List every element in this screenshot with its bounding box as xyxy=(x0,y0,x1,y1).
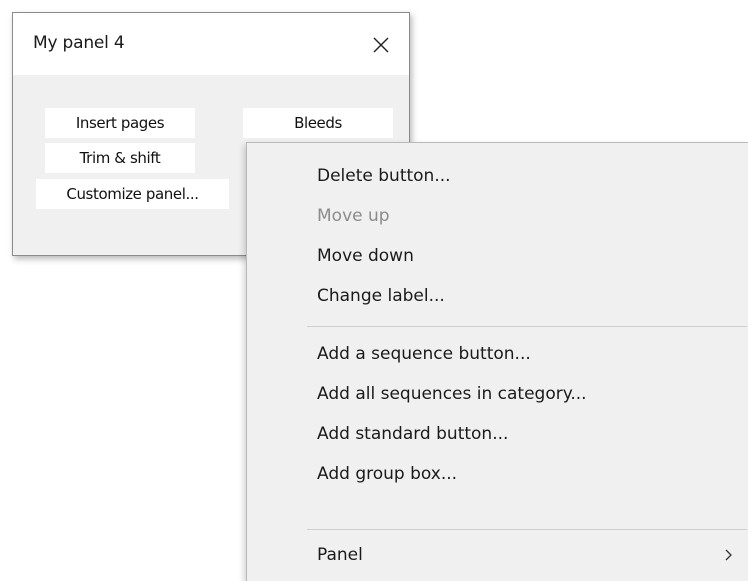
menu-item-label: Delete button... xyxy=(317,166,451,186)
trim-shift-button[interactable]: Trim & shift xyxy=(45,143,195,173)
context-menu: Delete button... Move up Move down Chang… xyxy=(246,142,748,581)
menu-item-label: Move up xyxy=(317,206,390,226)
panel-titlebar: My panel 4 xyxy=(13,13,409,75)
menu-item-panel[interactable]: Panel xyxy=(247,535,748,575)
close-button[interactable] xyxy=(363,27,399,63)
menu-item-add-group-box[interactable]: Add group box... xyxy=(247,454,748,494)
menu-item-label: Add all sequences in category... xyxy=(317,384,587,404)
menu-item-add-all-sequences[interactable]: Add all sequences in category... xyxy=(247,374,748,414)
menu-item-label: Add standard button... xyxy=(317,424,509,444)
close-icon xyxy=(373,37,389,53)
menu-separator xyxy=(307,326,747,327)
menu-item-move-up: Move up xyxy=(247,196,748,236)
menu-item-label: Panel xyxy=(317,545,363,565)
screen: My panel 4 Insert pages Bleeds Trim & sh… xyxy=(0,0,748,581)
panel-title: My panel 4 xyxy=(33,33,125,53)
menu-item-label: Add a sequence button... xyxy=(317,344,531,364)
menu-item-label: Change label... xyxy=(317,286,445,306)
menu-separator xyxy=(307,529,747,530)
menu-item-delete-button[interactable]: Delete button... xyxy=(247,156,748,196)
menu-item-add-sequence-button[interactable]: Add a sequence button... xyxy=(247,334,748,374)
menu-item-add-standard-button[interactable]: Add standard button... xyxy=(247,414,748,454)
insert-pages-button[interactable]: Insert pages xyxy=(45,108,195,138)
menu-item-label: Move down xyxy=(317,246,414,266)
customize-panel-button[interactable]: Customize panel... xyxy=(36,179,229,209)
chevron-right-icon xyxy=(725,549,732,561)
menu-item-label: Add group box... xyxy=(317,464,458,484)
menu-item-move-down[interactable]: Move down xyxy=(247,236,748,276)
bleeds-button[interactable]: Bleeds xyxy=(243,108,393,138)
menu-item-change-label[interactable]: Change label... xyxy=(247,276,748,316)
